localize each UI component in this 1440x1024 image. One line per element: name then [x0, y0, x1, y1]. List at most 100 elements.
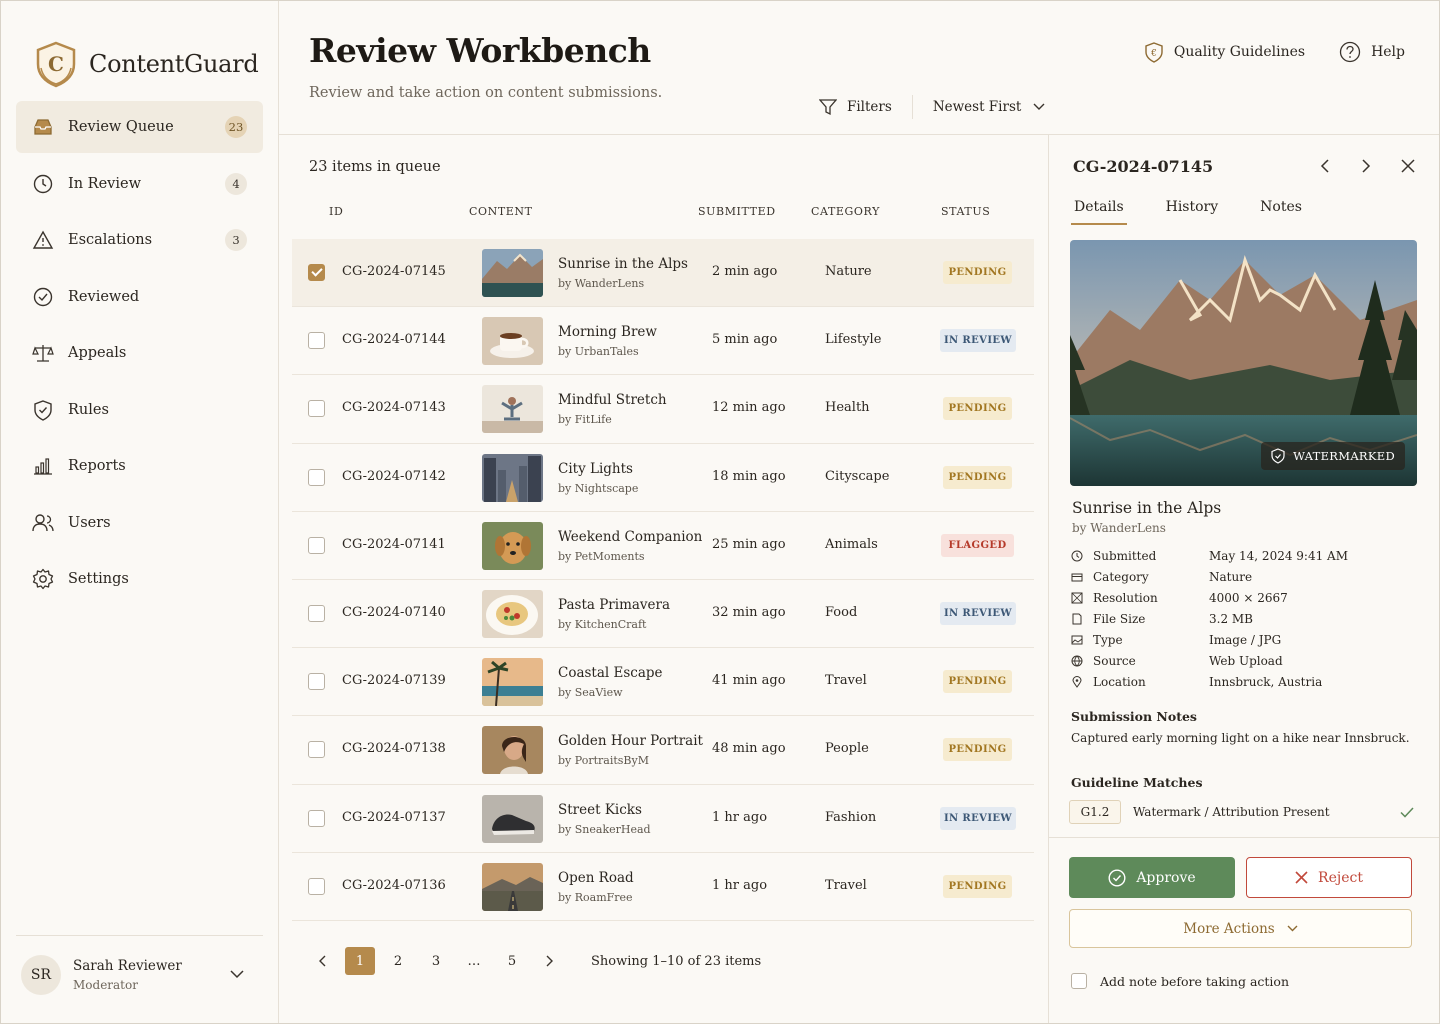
- help-link[interactable]: Help: [1339, 41, 1405, 63]
- sidebar-item-rules[interactable]: Rules: [16, 384, 263, 436]
- table-row[interactable]: CG-2024-07139 Coastal Escape by SeaView …: [292, 648, 1034, 717]
- content-preview-image[interactable]: WATERMARKED: [1070, 240, 1417, 486]
- row-checkbox[interactable]: [308, 264, 325, 281]
- row-checkbox[interactable]: [308, 604, 325, 622]
- page-button[interactable]: 2: [383, 947, 413, 975]
- row-thumbnail[interactable]: [482, 249, 543, 297]
- table-row[interactable]: CG-2024-07143 Mindful Stretch by FitLife…: [292, 375, 1034, 444]
- chevron-down-icon[interactable]: [230, 970, 244, 979]
- sidebar-item-reports[interactable]: Reports: [16, 440, 263, 492]
- page-button[interactable]: 3: [421, 947, 451, 975]
- tab-history[interactable]: History: [1163, 199, 1222, 225]
- page-button[interactable]: 5: [497, 947, 527, 975]
- filters-button[interactable]: Filters: [819, 98, 892, 116]
- status-badge: FLAGGED: [941, 533, 1014, 557]
- row-thumbnail[interactable]: [482, 862, 543, 911]
- photo-icon: [1071, 634, 1093, 646]
- tab-details[interactable]: Details: [1071, 199, 1127, 225]
- header-links: € Quality Guidelines Help: [1144, 41, 1405, 63]
- row-thumbnail[interactable]: [482, 726, 543, 775]
- table-row[interactable]: CG-2024-07136 Open Road by RoamFree 1 hr…: [292, 853, 1034, 921]
- page-title: Review Workbench: [309, 31, 651, 70]
- row-thumbnail[interactable]: [482, 589, 543, 638]
- row-author: by PortraitsByM: [558, 754, 649, 768]
- table-row[interactable]: CG-2024-07145 Sunrise in the Alps by Wan…: [292, 239, 1034, 308]
- list-toolbar: Filters Newest First: [819, 95, 1045, 119]
- row-submitted: 41 min ago: [712, 673, 786, 689]
- sidebar-item-review-queue[interactable]: Review Queue 23: [16, 101, 263, 153]
- next-item-button[interactable]: [1355, 155, 1377, 177]
- status-badge: PENDING: [943, 670, 1012, 694]
- row-submitted: 18 min ago: [712, 468, 786, 484]
- sidebar-item-users[interactable]: Users: [16, 497, 263, 549]
- row-thumbnail[interactable]: [482, 794, 543, 843]
- close-panel-button[interactable]: [1397, 155, 1419, 177]
- sidebar-item-escalations[interactable]: Escalations 3: [16, 214, 263, 266]
- page-button[interactable]: 1: [345, 947, 375, 975]
- row-checkbox[interactable]: [308, 400, 325, 418]
- column-header-content[interactable]: CONTENT: [469, 205, 533, 218]
- row-title: City Lights: [558, 460, 633, 477]
- gear-icon: [32, 568, 54, 590]
- count-badge: 3: [225, 229, 247, 251]
- row-thumbnail[interactable]: [482, 317, 543, 366]
- table-row[interactable]: CG-2024-07140 Pasta Primavera by Kitchen…: [292, 580, 1034, 649]
- guideline-text: Watermark / Attribution Present: [1133, 805, 1330, 819]
- row-checkbox[interactable]: [308, 673, 325, 691]
- sidebar-item-reviewed[interactable]: Reviewed: [16, 271, 263, 323]
- quality-guidelines-link[interactable]: € Quality Guidelines: [1144, 41, 1305, 63]
- tab-notes[interactable]: Notes: [1257, 199, 1305, 225]
- column-header-status[interactable]: STATUS: [941, 205, 990, 218]
- prev-page-button[interactable]: [307, 947, 337, 975]
- row-checkbox[interactable]: [308, 332, 325, 350]
- metadata-list: Submitted May 14, 2024 9:41 AM Category …: [1071, 545, 1401, 692]
- divider: [1049, 837, 1439, 838]
- previous-item-button[interactable]: [1313, 155, 1335, 177]
- approve-button[interactable]: Approve: [1069, 857, 1235, 898]
- warning-icon: [32, 229, 54, 251]
- row-thumbnail[interactable]: [482, 521, 543, 570]
- metadata-row: Type Image / JPG: [1071, 629, 1401, 650]
- column-header-id[interactable]: ID: [329, 205, 343, 218]
- row-id: CG-2024-07145: [342, 264, 446, 279]
- sidebar-item-settings[interactable]: Settings: [16, 553, 263, 605]
- sort-dropdown[interactable]: Newest First: [933, 99, 1045, 115]
- main-content: Review Workbench Review and take action …: [279, 1, 1439, 1023]
- queue-count: 23 items in queue: [309, 159, 441, 175]
- more-actions-button[interactable]: More Actions: [1069, 909, 1412, 948]
- row-id: CG-2024-07136: [342, 877, 446, 893]
- next-page-button[interactable]: [535, 947, 565, 975]
- table-row[interactable]: CG-2024-07138 Golden Hour Portrait by Po…: [292, 716, 1034, 785]
- row-checkbox[interactable]: [308, 877, 325, 895]
- logo: C ContentGuard: [1, 1, 278, 101]
- row-thumbnail[interactable]: [482, 385, 543, 434]
- checkbox[interactable]: [1071, 973, 1087, 989]
- row-checkbox[interactable]: [308, 809, 325, 827]
- table-row[interactable]: CG-2024-07141 Weekend Companion by PetMo…: [292, 512, 1034, 580]
- row-checkbox[interactable]: [308, 536, 325, 554]
- pagination: 1 2 3 … 5 Showing 1–10 of 23 items: [307, 947, 761, 975]
- user-profile[interactable]: SR Sarah Reviewer Moderator: [16, 935, 263, 1003]
- table-row[interactable]: CG-2024-07142 City Lights by Nightscape …: [292, 444, 1034, 512]
- column-header-category[interactable]: CATEGORY: [811, 205, 880, 218]
- row-id: CG-2024-07144: [342, 332, 446, 348]
- shield-icon: €: [1144, 41, 1164, 63]
- submission-notes-text: Captured early morning light on a hike n…: [1071, 731, 1410, 745]
- sidebar-item-appeals[interactable]: Appeals: [16, 327, 263, 379]
- row-checkbox[interactable]: [308, 468, 325, 486]
- column-header-submitted[interactable]: SUBMITTED: [698, 205, 776, 218]
- row-category: Cityscape: [825, 468, 890, 484]
- guideline-code: G1.2: [1069, 800, 1121, 824]
- table-row[interactable]: CG-2024-07144 Morning Brew by UrbanTales…: [292, 307, 1034, 376]
- sidebar-item-in-review[interactable]: In Review 4: [16, 158, 263, 210]
- row-checkbox[interactable]: [308, 741, 325, 759]
- row-thumbnail[interactable]: [482, 453, 543, 502]
- brand-name: ContentGuard: [89, 50, 259, 78]
- row-thumbnail[interactable]: [482, 658, 543, 707]
- table-row[interactable]: CG-2024-07137 Street Kicks by SneakerHea…: [292, 785, 1034, 853]
- page-numbers: 1 2 3 … 5: [345, 947, 535, 975]
- add-note-checkbox[interactable]: Add note before taking action: [1071, 973, 1289, 989]
- count-badge: 4: [225, 172, 247, 195]
- sidebar-item-label: Appeals: [68, 345, 127, 361]
- reject-button[interactable]: Reject: [1246, 857, 1412, 898]
